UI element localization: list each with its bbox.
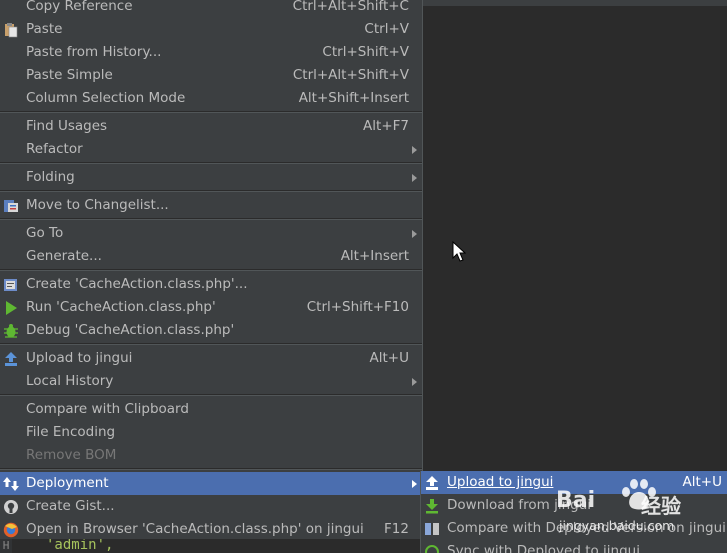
menu-item-shortcut: Alt+F7 — [363, 118, 409, 134]
menu-item-move-to-changelist[interactable]: Move to Changelist... — [0, 194, 422, 217]
menu-item-file-encoding[interactable]: File Encoding — [0, 421, 422, 444]
sync-icon — [425, 545, 439, 553]
run-icon — [6, 301, 17, 315]
watermark-brand-cn: 经验 — [641, 494, 681, 518]
menu-item-label: Local History — [26, 373, 114, 389]
menu-item-label: File Encoding — [26, 424, 116, 440]
menu-item-label: Deployment — [26, 475, 109, 491]
debug-icon — [4, 324, 18, 338]
menu-item-shortcut: Alt+U — [369, 350, 409, 366]
upload-icon — [426, 476, 438, 490]
menu-item-label: Paste — [26, 21, 63, 37]
menu-item-create-config[interactable]: Create 'CacheAction.class.php'... — [0, 273, 422, 296]
menu-item-shortcut: Ctrl+Alt+Shift+V — [292, 67, 409, 83]
menu-separator — [0, 468, 422, 470]
download-icon — [426, 499, 438, 514]
menu-item-refactor[interactable]: Refactor — [0, 138, 422, 161]
menu-item-shortcut: Alt+Insert — [340, 248, 409, 264]
github-icon — [4, 500, 18, 514]
menu-item-shortcut: Alt+Shift+Insert — [298, 90, 409, 106]
menu-separator — [0, 162, 422, 164]
menu-item-label: Create 'CacheAction.class.php'... — [26, 276, 248, 292]
menu-item-label: Paste Simple — [26, 67, 113, 83]
create-config-icon — [4, 279, 17, 291]
menu-separator — [0, 394, 422, 396]
menu-item-shortcut: Ctrl+Shift+V — [322, 44, 409, 60]
submenu-item-label: Sync with Deployed to jingui — [447, 543, 640, 553]
submenu-arrow-icon — [412, 230, 417, 238]
menu-item-run[interactable]: Run 'CacheAction.class.php' Ctrl+Shift+F… — [0, 296, 422, 319]
menu-item-open-in-browser[interactable]: Open in Browser 'CacheAction.class.php' … — [0, 518, 422, 541]
menu-item-label: Debug 'CacheAction.class.php' — [26, 322, 235, 338]
menu-item-remove-bom: Remove BOM — [0, 444, 422, 467]
menu-separator — [0, 190, 422, 192]
submenu-arrow-icon — [412, 480, 417, 488]
menu-item-find-usages[interactable]: Find Usages Alt+F7 — [0, 115, 422, 138]
menu-item-shortcut: F12 — [384, 521, 409, 537]
paste-icon — [5, 23, 18, 38]
menu-item-paste-from-history[interactable]: Paste from History... Ctrl+Shift+V — [0, 41, 422, 64]
menu-separator — [0, 218, 422, 220]
menu-item-debug[interactable]: Debug 'CacheAction.class.php' — [0, 319, 422, 342]
menu-item-column-selection-mode[interactable]: Column Selection Mode Alt+Shift+Insert — [0, 87, 422, 110]
menu-item-upload[interactable]: Upload to jingui Alt+U — [0, 347, 422, 370]
submenu-item-sync-deployed[interactable]: Sync with Deployed to jingui — [421, 540, 727, 553]
mouse-cursor-icon — [452, 241, 466, 262]
menu-item-generate[interactable]: Generate... Alt+Insert — [0, 245, 422, 268]
menu-item-paste-simple[interactable]: Paste Simple Ctrl+Alt+Shift+V — [0, 64, 422, 87]
menu-item-label: Copy Reference — [26, 0, 133, 14]
browser-icon — [3, 522, 19, 538]
watermark-brand: Bai — [556, 488, 596, 513]
menu-item-label: Open in Browser 'CacheAction.class.php' … — [26, 521, 364, 537]
menu-separator — [0, 111, 422, 113]
menu-separator — [0, 343, 422, 345]
menu-item-label: Run 'CacheAction.class.php' — [26, 299, 216, 315]
menu-item-go-to[interactable]: Go To — [0, 222, 422, 245]
upload-icon — [5, 352, 17, 366]
menu-item-label: Column Selection Mode — [26, 90, 186, 106]
menu-item-shortcut: Ctrl+Shift+F10 — [306, 299, 409, 315]
menu-item-label: Paste from History... — [26, 44, 162, 60]
menu-item-shortcut: Ctrl+Alt+Shift+C — [292, 0, 409, 14]
menu-item-create-gist[interactable]: Create Gist... — [0, 495, 422, 518]
menu-item-label: Generate... — [26, 248, 102, 264]
compare-icon — [425, 523, 439, 535]
menu-item-label: Find Usages — [26, 118, 108, 134]
menu-item-label: Move to Changelist... — [26, 197, 169, 213]
editor-context-menu: Copy Reference Ctrl+Alt+Shift+C Paste Ct… — [0, 0, 423, 539]
submenu-arrow-icon — [412, 174, 417, 182]
menu-item-label: Folding — [26, 169, 75, 185]
watermark-url: jingyan.baidu.com — [559, 518, 675, 533]
deployment-icon — [3, 477, 19, 491]
submenu-arrow-icon — [412, 146, 417, 154]
menu-item-folding[interactable]: Folding — [0, 166, 422, 189]
menu-item-label: Remove BOM — [26, 447, 117, 463]
menu-separator — [0, 269, 422, 271]
menu-item-deployment[interactable]: Deployment — [0, 472, 422, 495]
submenu-item-label: Upload to jingui — [447, 474, 554, 490]
menu-item-label: Compare with Clipboard — [26, 401, 189, 417]
menu-item-label: Create Gist... — [26, 498, 115, 514]
menu-item-label: Upload to jingui — [26, 350, 133, 366]
menu-item-copy-reference[interactable]: Copy Reference Ctrl+Alt+Shift+C — [0, 0, 422, 18]
menu-item-label: Refactor — [26, 141, 83, 157]
menu-item-shortcut: Ctrl+V — [364, 21, 409, 37]
menu-item-label: Go To — [26, 225, 64, 241]
submenu-arrow-icon — [412, 378, 417, 386]
editor-tab-strip — [423, 0, 727, 6]
changelist-icon — [4, 200, 18, 212]
menu-item-compare-with-clipboard[interactable]: Compare with Clipboard — [0, 398, 422, 421]
menu-item-paste[interactable]: Paste Ctrl+V — [0, 18, 422, 41]
menu-item-local-history[interactable]: Local History — [0, 370, 422, 393]
